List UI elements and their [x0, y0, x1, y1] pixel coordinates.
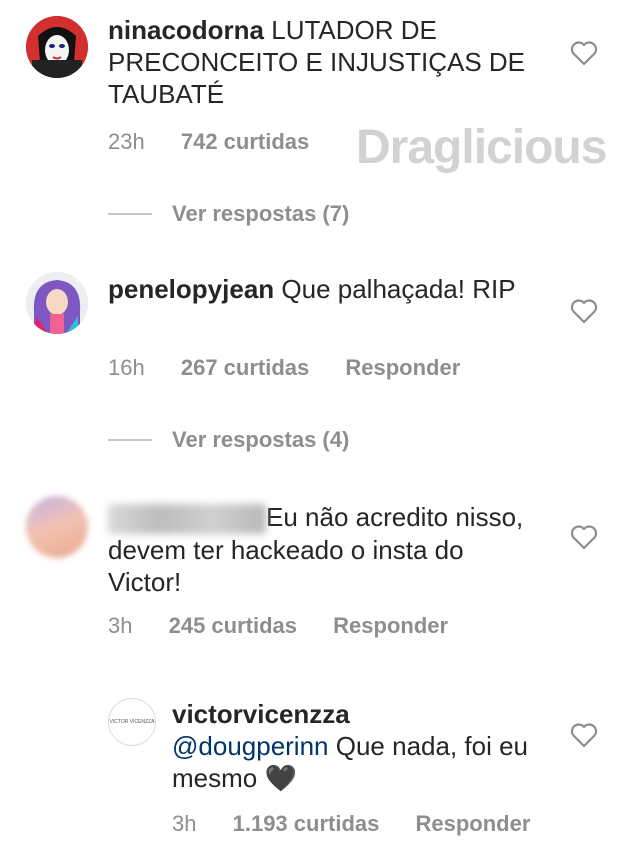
view-replies-button[interactable]: Ver respostas (7) — [108, 201, 349, 227]
comment-text: victorvicenzza @dougperinn Que nada, foi… — [172, 698, 532, 794]
avatar[interactable] — [26, 16, 88, 78]
like-heart-icon[interactable] — [570, 298, 598, 324]
reply-button[interactable]: Responder — [415, 811, 530, 836]
reply-button[interactable]: Responder — [345, 355, 460, 380]
comment-meta: 23h 742 curtidas — [108, 129, 339, 155]
username-link[interactable]: victorvicenzza — [172, 699, 350, 729]
view-replies-label: Ver respostas (4) — [172, 427, 350, 452]
colorful-hair-avatar-icon — [26, 272, 88, 334]
replies-divider — [108, 439, 152, 441]
drag-queen-avatar-icon — [26, 16, 88, 78]
comment-body: Que palhaçada! RIP — [274, 274, 516, 304]
likes-count[interactable]: 245 curtidas — [169, 613, 297, 638]
comment-meta: 3h 1.193 curtidas Responder — [172, 811, 560, 837]
timestamp: 3h — [108, 613, 133, 638]
comment-text: ninacodorna LUTADOR DE PRECONCEITO E INJ… — [108, 14, 528, 110]
avatar[interactable] — [26, 496, 88, 558]
comment-text: penelopyjean Que palhaçada! RIP — [108, 273, 528, 305]
username-link[interactable]: penelopyjean — [108, 274, 274, 304]
comment-text: Eu não acredito nisso, devem ter hackead… — [108, 501, 528, 598]
avatar-logo-text: VICTOR VICENZZA — [109, 719, 155, 725]
timestamp: 23h — [108, 129, 145, 154]
replies-divider — [108, 213, 152, 215]
avatar[interactable]: VICTOR VICENZZA — [108, 698, 156, 746]
draglicious-watermark: Draglicious — [356, 121, 607, 174]
like-heart-icon[interactable] — [570, 524, 598, 550]
likes-count[interactable]: 1.193 curtidas — [233, 811, 380, 836]
likes-count[interactable]: 267 curtidas — [181, 355, 309, 380]
view-replies-button[interactable]: Ver respostas (4) — [108, 427, 349, 453]
comment-meta: 16h 267 curtidas Responder — [108, 355, 490, 381]
comment-meta: 3h 245 curtidas Responder — [108, 613, 478, 639]
reply-button[interactable]: Responder — [333, 613, 448, 638]
username-link[interactable]: ninacodorna — [108, 15, 264, 45]
blurred-avatar-icon — [26, 496, 88, 558]
mention-link[interactable]: @dougperinn — [172, 731, 329, 761]
like-heart-icon[interactable] — [570, 40, 598, 66]
view-replies-label: Ver respostas (7) — [172, 201, 350, 226]
likes-count[interactable]: 742 curtidas — [181, 129, 309, 154]
blurred-username — [108, 504, 266, 535]
timestamp: 16h — [108, 355, 145, 380]
avatar[interactable] — [26, 272, 88, 334]
timestamp: 3h — [172, 811, 197, 836]
like-heart-icon[interactable] — [570, 722, 598, 748]
